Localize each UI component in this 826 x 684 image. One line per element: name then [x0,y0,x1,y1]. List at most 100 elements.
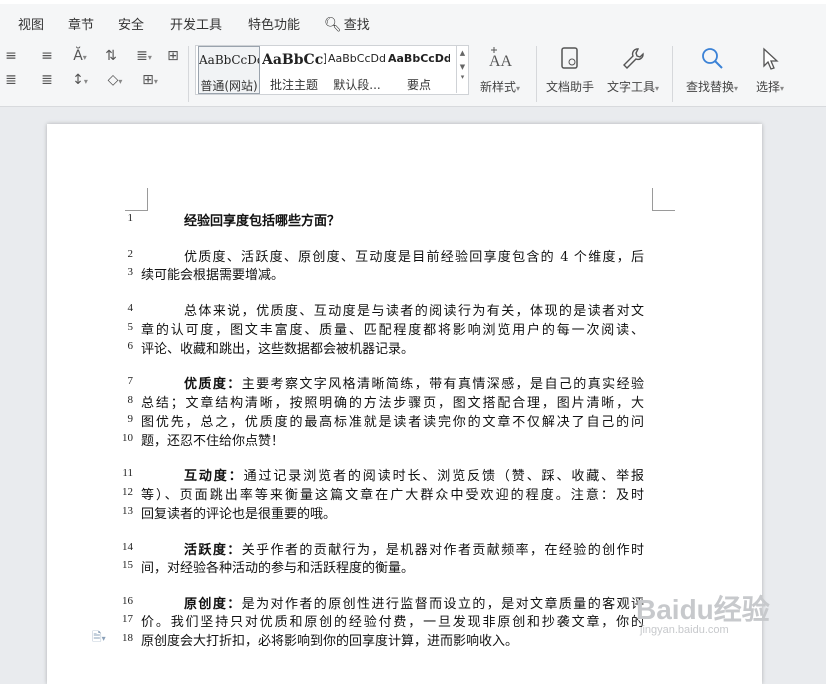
line-number: 9 [127,413,134,425]
line-text: 总体来说，优质度、互动度是与读者的阅读行为有关，体现的是读者对文 [184,304,644,319]
line-text: 间，对经验各种活动的参与和活跃程度的衡量。 [141,561,415,576]
doc-line: 7 优质度：主要考察文字风格清晰简练，带有真情深感，是自己的真实经验 [47,373,762,392]
doc-assistant-button[interactable]: 文档助手 [544,46,596,95]
borders-icon[interactable]: ⊞▾ [136,70,164,90]
line-number: 6 [127,340,134,352]
cursor-icon [763,47,779,70]
line-number: 10 [122,432,133,444]
text-tools-label: 文字工具 [606,80,655,94]
line-number: 11 [122,467,133,479]
table-icon[interactable]: ⊞ [162,46,184,66]
find-replace-button[interactable]: 查找替换▾ [682,46,742,95]
line-text: 章的认可度，图文丰富度、质量、匹配程度都将影响浏览用户的每一次阅读、 [141,323,644,338]
select-label: 选择 [755,80,780,94]
style-item-default-paragraph[interactable]: AaBbCcDd 默认段... [326,46,388,94]
sort-icon[interactable]: ⇅ [100,46,122,66]
tab-search[interactable]: 🔍︎ 查找 [324,14,370,33]
svg-text:AA: AA [489,53,513,70]
doc-assistant-icon [561,47,578,69]
line-number: 2 [127,248,134,260]
line-number: 13 [122,505,133,517]
divider [672,46,673,102]
change-case-icon[interactable]: Ă▾ [66,46,94,66]
line-number: 4 [127,302,134,314]
align-center-icon[interactable]: ≣ [36,70,58,90]
find-replace-label: 查找替换 [685,80,734,94]
style-item-comment-theme[interactable]: AaBbCcI 批注主题 [262,46,326,94]
ribbon: 视图 章节 安全 开发工具 特色功能 🔍︎ 查找 ≡ ≣ ≡ ≣ Ă▾ ↕▾ ⇅… [0,0,826,107]
new-style-button[interactable]: AA 新样式▾ [476,46,524,95]
spacing-icon[interactable]: ≣▾ [130,46,158,66]
style-preview: AaBbCcDd [388,52,450,65]
term-label: 互动度： [184,469,244,484]
doc-title: 经验回享度包括哪些方面？ [184,214,341,229]
line-text: 回复读者的评论也是很重要的哦。 [141,507,337,522]
style-gallery: AaBbCcDd 普通(网站) AaBbCcI 批注主题 AaBbCcDd 默认… [195,45,469,95]
indent-icon[interactable]: ≡ [36,46,58,66]
line-number: 5 [127,321,134,333]
line-text: 价。我们坚持只对优质和原创的经验付费，一旦发现非原创和抄袭文章，你的 [141,615,644,630]
line-number: 3 [127,266,134,278]
line-text: 优质度、活跃度、原创度、互动度是目前经验回享度包含的 4 个维度，后 [184,250,644,265]
doc-line: 12 等）、页面跳出率等来衡量这篇文章在广大群众中受欢迎的程度。注意：及时 [47,484,762,503]
line-text: 等）、页面跳出率等来衡量这篇文章在广大群众中受欢迎的程度。注意：及时 [141,488,644,503]
select-button[interactable]: 选择▾ [750,46,790,95]
line-number: 18 [122,632,133,644]
term-text: 主要考察文字风格清晰简练，带有真情深感，是自己的真实经验 [241,377,644,392]
style-item-key-points[interactable]: AaBbCcDd 要点 [388,46,450,94]
line-text: 互动度：通过记录浏览者的阅读时长、浏览反馈（赞、踩、收藏、举报 [184,465,644,484]
style-preview: AaBbCcDd [199,53,259,67]
line-number: 16 [122,595,133,607]
magnifier-icon [702,48,723,69]
style-gallery-scroll[interactable]: ▲ ▼ ▾ [456,45,468,93]
term-label: 活跃度： [184,543,242,558]
doc-line: 13 回复读者的评论也是很重要的哦。 [47,503,762,522]
doc-line: 9 图优先，总之，优质度的最高标准就是读者读完你的文章不仅解决了自己的问 [47,411,762,430]
watermark-brand: Baidu经验 [636,594,770,625]
doc-line: 5 章的认可度，图文丰富度、质量、匹配程度都将影响浏览用户的每一次阅读、 [47,319,762,338]
line-text: 原创度：是为对作者的原创性进行监督而设立的，是对文章质量的客观评 [184,593,644,612]
style-name: 默认段... [333,78,381,92]
line-spacing-icon[interactable]: ↕▾ [66,70,94,90]
style-preview: AaBbCcI [262,52,326,68]
text-tools-button[interactable]: 文字工具▾ [604,46,662,95]
doc-line: 10 题，还忍不住给你点赞！ [47,430,762,449]
tab-developer[interactable]: 开发工具 [170,14,222,33]
style-preview: AaBbCcDd [328,52,386,65]
shading-icon[interactable]: ◇▾ [100,70,130,90]
chevron-down-icon[interactable]: ▼ [457,63,468,71]
style-name: 普通(网站) [200,79,258,93]
chevron-up-icon[interactable]: ▲ [457,49,468,57]
doc-line: 8 总结；文章结构清晰，按照明确的方法步骤页，图文搭配合理，图片清晰，大 [47,392,762,411]
term-label: 优质度： [184,377,242,392]
new-style-label: 新样式 [479,80,516,94]
search-label: 查找 [343,18,370,33]
line-text: 题，还忍不住给你点赞！ [141,434,285,449]
align-left-icon[interactable]: ≣ [0,70,22,90]
tab-security[interactable]: 安全 [118,14,144,33]
watermark-url: jingyan.baidu.com [640,624,729,636]
style-item-normal-web[interactable]: AaBbCcDd 普通(网站) [198,46,260,94]
style-name: 批注主题 [269,78,318,92]
line-number: 8 [127,394,134,406]
line-text: 图优先，总之，优质度的最高标准就是读者读完你的文章不仅解决了自己的问 [141,415,644,430]
tab-chapter[interactable]: 章节 [68,14,94,33]
tab-view[interactable]: 视图 [18,14,44,33]
margin-corner-mark [125,188,148,211]
tab-features[interactable]: 特色功能 [248,14,300,33]
term-text: 通过记录浏览者的阅读时长、浏览反馈（赞、踩、收藏、举报 [243,469,644,484]
doc-line: 4 总体来说，优质度、互动度是与读者的阅读行为有关，体现的是读者对文 [47,300,762,319]
line-text: 活跃度：关乎作者的贡献行为，是机器对作者贡献频率，在经验的创作时 [184,539,644,558]
more-icon[interactable]: ▾ [457,73,468,81]
style-name: 要点 [406,78,431,92]
line-text: 原创度会大打折扣，必将影响到你的回享度计算，进而影响收入。 [141,634,519,649]
doc-line: 3 续可能会根据需要增减。 [47,264,762,283]
line-number: 1 [127,212,134,224]
outdent-icon[interactable]: ≡ [0,46,22,66]
doc-line: 1 经验回享度包括哪些方面？ [47,210,762,229]
line-number: 14 [122,541,133,553]
wrench-icon [623,48,644,69]
document-status-icon[interactable]: 🗎︎▾ [92,628,112,644]
doc-line: 6 评论、收藏和跳出，这些数据都会被机器记录。 [47,338,762,357]
line-number: 17 [122,613,133,625]
